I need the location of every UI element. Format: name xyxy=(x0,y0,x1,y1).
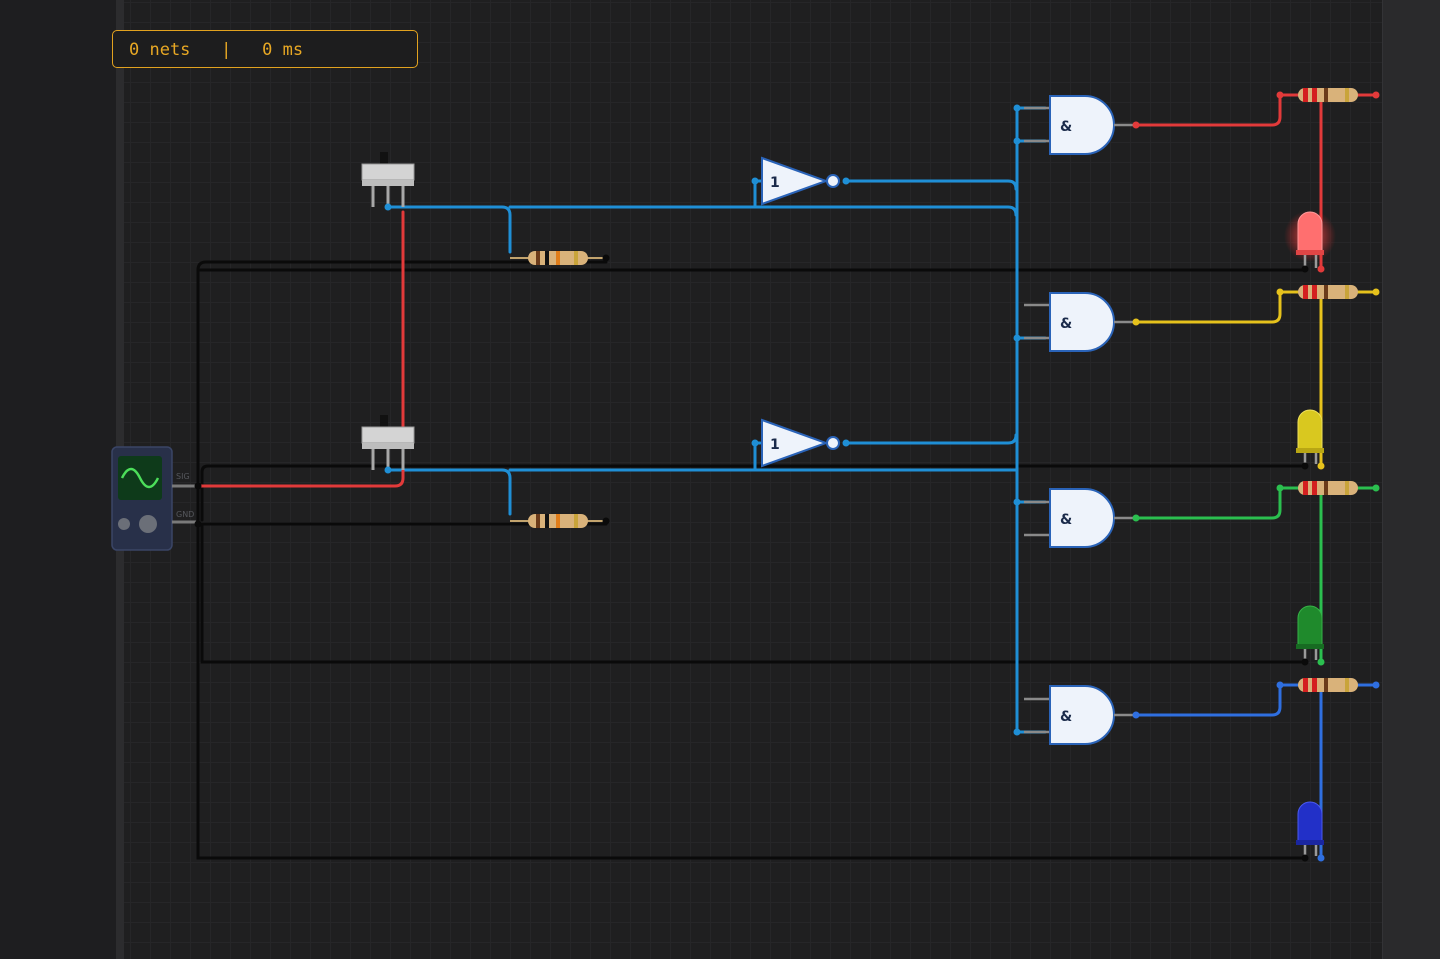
simulation-time: 0 ms xyxy=(262,40,304,60)
and-gate-label: & xyxy=(1060,709,1072,725)
and-gate-1[interactable]: & xyxy=(1013,95,1140,155)
blue-led-wire[interactable] xyxy=(1319,683,1378,860)
not-gate-label: 1 xyxy=(770,175,780,191)
knob-icon[interactable] xyxy=(139,515,157,533)
knob-icon[interactable] xyxy=(118,518,130,530)
ground-wires[interactable] xyxy=(196,260,1307,860)
green-led-wire[interactable] xyxy=(1319,486,1378,664)
red-output-wire[interactable] xyxy=(1134,93,1302,127)
sig-pin-label: SIG xyxy=(176,472,190,481)
and-gate-2[interactable]: & xyxy=(1013,292,1140,352)
and-gate-3[interactable]: & xyxy=(1013,488,1140,548)
and-gate-label: & xyxy=(1060,512,1072,528)
not-gate-2[interactable]: 1 xyxy=(751,418,850,468)
and-gate-label: & xyxy=(1060,119,1072,135)
not-gate-1[interactable]: 1 xyxy=(751,156,850,206)
circuit-diagram[interactable]: SIG GND 1 1 & & & & xyxy=(0,0,1440,959)
not-gate-label: 1 xyxy=(770,437,780,453)
signal-wires[interactable] xyxy=(386,106,1047,734)
green-output-wire[interactable] xyxy=(1134,486,1302,520)
yellow-led-wire[interactable] xyxy=(1319,290,1378,468)
function-generator[interactable]: SIG GND xyxy=(111,446,202,551)
net-count: 0 nets xyxy=(129,40,191,60)
and-gate-4[interactable]: & xyxy=(1013,685,1140,745)
gnd-pin-label: GND xyxy=(176,510,194,519)
status-separator: | xyxy=(221,40,232,60)
yellow-output-wire[interactable] xyxy=(1134,290,1302,324)
simulation-status: 0 nets | 0 ms xyxy=(112,30,418,68)
and-gate-label: & xyxy=(1060,316,1072,332)
blue-output-wire[interactable] xyxy=(1134,683,1302,717)
pulldown-resistor-2[interactable] xyxy=(510,514,610,528)
slide-switch-1[interactable] xyxy=(361,152,415,211)
led-red[interactable] xyxy=(1284,210,1336,273)
